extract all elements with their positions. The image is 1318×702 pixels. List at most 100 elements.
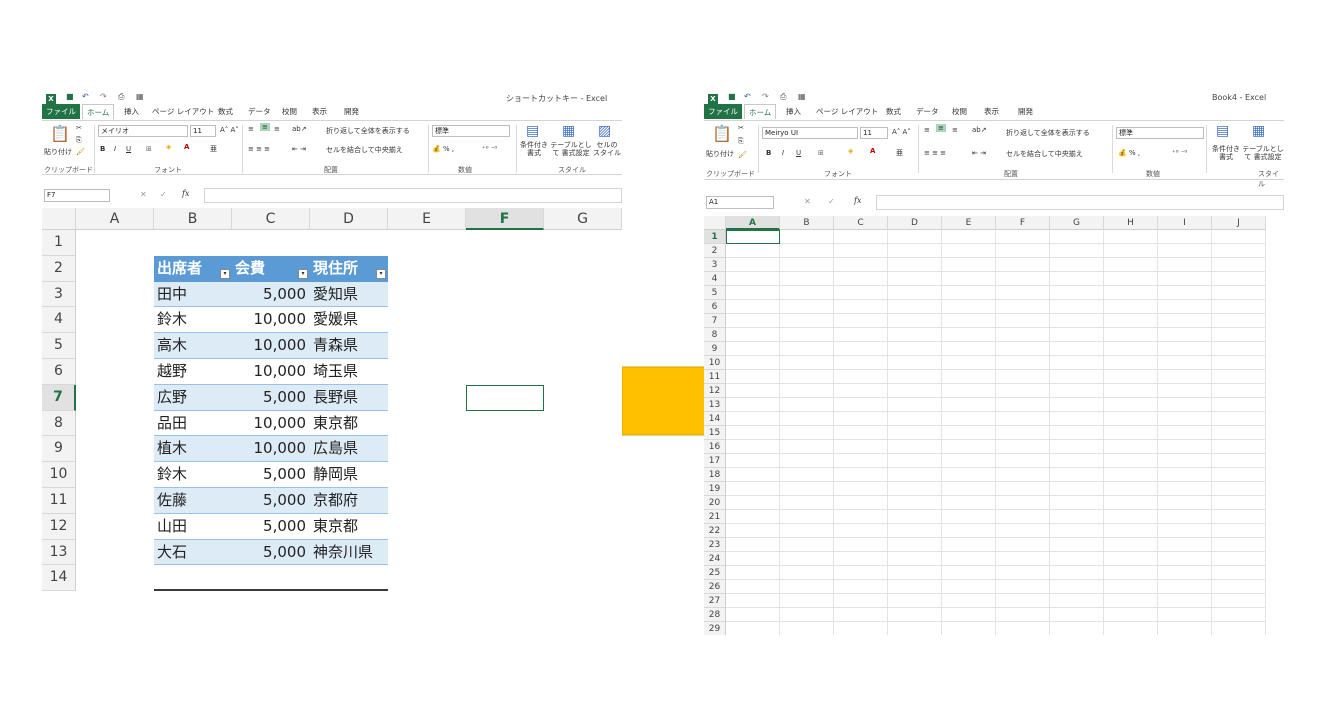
row-header-6[interactable]: 6 [42,359,76,385]
row-header-1[interactable]: 1 [704,230,726,244]
table-cell[interactable]: 植木 [154,436,232,463]
underline-icon[interactable]: U [796,149,801,157]
row-header-10[interactable]: 10 [704,356,726,370]
table-cell[interactable]: 5,000 [232,513,310,540]
paste-button[interactable]: 貼り付け [706,149,734,159]
column-header-C[interactable]: C [834,216,888,230]
font-name-box[interactable]: Meiryo UI [762,127,858,139]
wrap-text-button[interactable]: 折り返して全体を表示する [1006,128,1090,138]
select-all-corner[interactable] [42,208,76,230]
row-header-13[interactable]: 13 [704,398,726,412]
table-cell[interactable]: 品田 [154,410,232,437]
row-header-14[interactable]: 14 [42,565,76,592]
tab-data[interactable]: データ [912,104,943,119]
row-header-2[interactable]: 2 [704,244,726,258]
table-cell[interactable]: 5,000 [232,539,310,566]
column-header-J[interactable]: J [1212,216,1266,230]
column-header-D[interactable]: D [310,208,388,230]
cut-icon[interactable]: ✂ [738,124,744,132]
row-header-8[interactable]: 8 [704,328,726,342]
row-header-17[interactable]: 17 [704,454,726,468]
filter-dropdown-icon[interactable]: ▾ [220,268,230,279]
align-left-icon[interactable]: ≡ ≡ ≡ [924,149,946,157]
column-header-E[interactable]: E [388,208,466,230]
table-cell[interactable]: 山田 [154,513,232,540]
row-header-19[interactable]: 19 [704,482,726,496]
tab-page-layout[interactable]: ページ レイアウト [812,104,882,119]
column-header-C[interactable]: C [232,208,310,230]
column-header-B[interactable]: B [780,216,834,230]
decimal-icon[interactable]: ⁺⁰ ⁻⁰ [1172,149,1187,157]
align-left-icon[interactable]: ≡ ≡ ≡ [248,145,270,153]
row-header-8[interactable]: 8 [42,410,76,437]
table-cell[interactable]: 5,000 [232,384,310,411]
save-icon[interactable]: ■ [66,92,74,101]
conditional-format-icon[interactable]: ▤ [1216,123,1229,139]
table-cell[interactable]: 5,000 [232,462,310,488]
table-cell[interactable]: 5,000 [232,488,310,514]
fill-color-icon[interactable]: ◈ [166,143,171,151]
format-painter-icon[interactable]: 🖌 [76,148,85,156]
italic-icon[interactable]: I [114,145,116,153]
row-header-7[interactable]: 7 [42,384,76,411]
cell-style-button[interactable]: セルの スタイル [592,141,622,157]
print-preview-icon[interactable]: ⎙ [780,92,786,102]
table-cell[interactable]: 5,000 [232,281,310,308]
tab-view[interactable]: 表示 [980,104,1003,119]
border-icon[interactable]: ⊞ [146,145,152,153]
conditional-format-button[interactable]: 条件付き 書式 [1208,145,1244,161]
row-header-2[interactable]: 2 [42,255,76,282]
enter-icon[interactable]: ✓ [160,190,167,199]
name-box[interactable]: A1 [706,196,774,209]
table-cell[interactable]: 長野県 [310,384,388,411]
conditional-format-button[interactable]: 条件付き 書式 [516,141,552,157]
row-header-23[interactable]: 23 [704,538,726,552]
fx-icon[interactable]: fx [182,189,189,198]
row-header-11[interactable]: 11 [42,488,76,514]
row-header-12[interactable]: 12 [704,384,726,398]
column-header-H[interactable]: H [1104,216,1158,230]
customize-icon[interactable]: ▦ [136,92,144,101]
formula-input[interactable] [204,188,622,203]
row-header-3[interactable]: 3 [704,258,726,272]
row-header-22[interactable]: 22 [704,524,726,538]
tab-view[interactable]: 表示 [308,104,331,119]
table-format-button[interactable]: テーブルとして 書式設定 [550,141,592,157]
enter-icon[interactable]: ✓ [828,197,835,206]
column-header-F[interactable]: F [996,216,1050,230]
row-header-11[interactable]: 11 [704,370,726,384]
row-header-16[interactable]: 16 [704,440,726,454]
conditional-format-icon[interactable]: ▤ [526,123,539,139]
table-cell[interactable]: 愛知県 [310,281,388,308]
underline-icon[interactable]: U [126,145,131,153]
tab-page-layout[interactable]: ページ レイアウト [148,104,218,119]
cancel-icon[interactable]: ✕ [804,197,811,206]
decimal-icon[interactable]: ⁺⁰ ⁻⁰ [482,145,497,153]
fx-icon[interactable]: fx [854,196,861,205]
orientation-icon[interactable]: ab↗ [972,126,987,134]
italic-icon[interactable]: I [782,149,784,157]
font-grow-icon[interactable]: A˄ A˅ [892,128,911,136]
column-header-A[interactable]: A [726,216,780,230]
tab-developer[interactable]: 開発 [1014,104,1037,119]
column-header-D[interactable]: D [888,216,942,230]
table-format-icon[interactable]: ▦ [1252,123,1265,139]
row-header-4[interactable]: 4 [704,272,726,286]
tab-home[interactable]: ホーム [82,104,115,119]
accounting-icon[interactable]: 💰 % , [1118,149,1140,157]
row-header-25[interactable]: 25 [704,566,726,580]
table-cell[interactable]: 越野 [154,359,232,385]
font-grow-icon[interactable]: A˄ A˅ [220,126,239,134]
tab-file[interactable]: ファイル [704,104,742,119]
table-cell[interactable]: 京都府 [310,488,388,514]
row-header-3[interactable]: 3 [42,281,76,308]
filter-dropdown-icon[interactable]: ▾ [298,268,308,279]
table-cell[interactable]: 鈴木 [154,462,232,488]
table-cell[interactable]: 埼玉県 [310,359,388,385]
font-color-icon[interactable]: A [184,143,189,151]
print-preview-icon[interactable]: ⎙ [118,92,124,102]
tab-review[interactable]: 校閲 [948,104,971,119]
column-header-E[interactable]: E [942,216,996,230]
tab-file[interactable]: ファイル [42,104,80,119]
active-cell-F7[interactable] [466,384,544,411]
